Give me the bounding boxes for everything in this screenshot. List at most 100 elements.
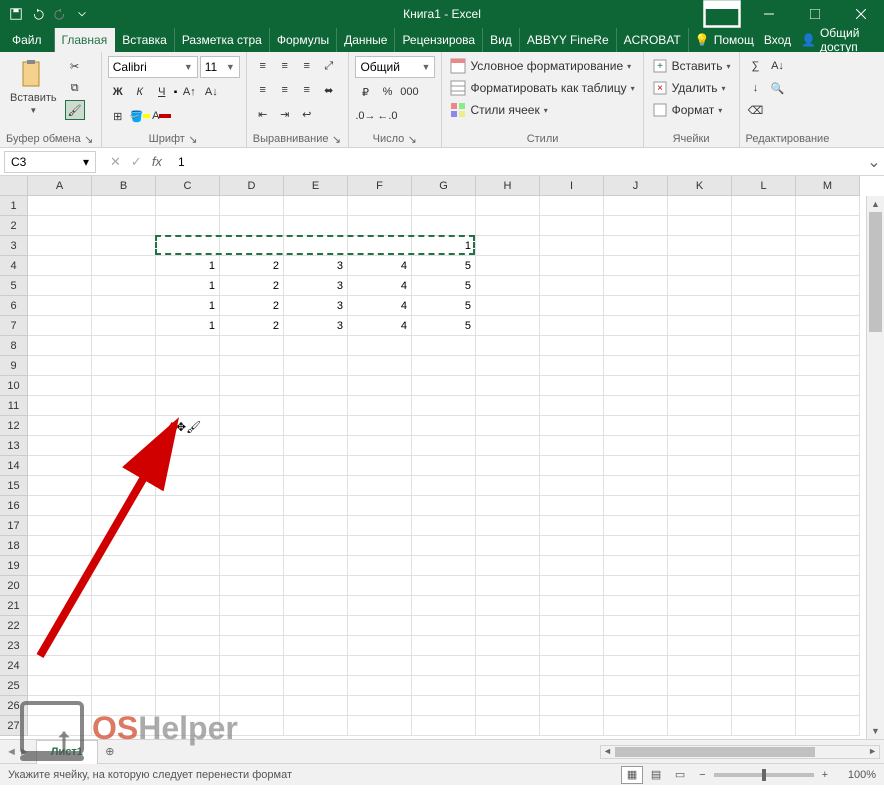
paste-button[interactable]: Вставить ▼ [6, 56, 61, 120]
cell[interactable] [284, 556, 348, 576]
cell[interactable]: 3 [284, 256, 348, 276]
cell[interactable] [220, 416, 284, 436]
cell[interactable] [348, 376, 412, 396]
cell[interactable] [540, 376, 604, 396]
cell[interactable] [28, 716, 92, 736]
cell[interactable] [540, 516, 604, 536]
cell[interactable] [604, 696, 668, 716]
clear-button[interactable]: ⌫ [746, 100, 766, 120]
cell[interactable] [348, 436, 412, 456]
cell[interactable] [28, 436, 92, 456]
cell[interactable] [412, 596, 476, 616]
cell[interactable] [220, 516, 284, 536]
cell[interactable] [604, 416, 668, 436]
cell[interactable]: 4 [348, 276, 412, 296]
cell[interactable] [668, 696, 732, 716]
column-headers[interactable]: ABCDEFGHIJKLM [28, 176, 860, 196]
align-middle-button[interactable]: ≡ [275, 56, 295, 76]
cell[interactable] [796, 356, 860, 376]
cell[interactable] [476, 396, 540, 416]
cell[interactable] [156, 196, 220, 216]
column-header[interactable]: I [540, 176, 604, 196]
cell[interactable] [732, 556, 796, 576]
cell[interactable] [92, 376, 156, 396]
cell[interactable] [476, 416, 540, 436]
row-header[interactable]: 17 [0, 516, 28, 536]
scrollbar-thumb[interactable] [869, 212, 882, 332]
cell[interactable] [476, 576, 540, 596]
cell[interactable] [668, 376, 732, 396]
cell[interactable] [220, 356, 284, 376]
cell[interactable] [92, 696, 156, 716]
cell[interactable] [28, 476, 92, 496]
page-layout-view-button[interactable]: ▤ [645, 766, 667, 784]
cell[interactable] [796, 296, 860, 316]
cell[interactable] [732, 696, 796, 716]
cell[interactable] [284, 356, 348, 376]
cell[interactable] [412, 456, 476, 476]
cell[interactable] [156, 636, 220, 656]
cell[interactable] [156, 616, 220, 636]
scroll-down-icon[interactable]: ▼ [867, 723, 884, 739]
cell[interactable] [348, 416, 412, 436]
cell[interactable] [732, 476, 796, 496]
cell[interactable] [476, 236, 540, 256]
cell[interactable] [796, 336, 860, 356]
cell[interactable]: 5 [412, 256, 476, 276]
cell[interactable] [476, 336, 540, 356]
cell[interactable] [796, 556, 860, 576]
new-sheet-button[interactable]: ⊕ [98, 745, 122, 758]
cell[interactable] [28, 356, 92, 376]
cell[interactable] [28, 196, 92, 216]
cell[interactable] [604, 196, 668, 216]
row-header[interactable]: 24 [0, 656, 28, 676]
align-left-button[interactable]: ≡ [253, 80, 273, 100]
cell[interactable]: 2 [220, 296, 284, 316]
zoom-slider[interactable] [714, 773, 814, 777]
cell[interactable] [156, 716, 220, 736]
cell[interactable] [28, 596, 92, 616]
cell[interactable] [348, 676, 412, 696]
cell[interactable] [604, 496, 668, 516]
cell[interactable] [476, 496, 540, 516]
cell[interactable] [604, 556, 668, 576]
cell[interactable] [796, 276, 860, 296]
cell[interactable] [28, 296, 92, 316]
cell[interactable] [220, 236, 284, 256]
cell[interactable] [604, 656, 668, 676]
cell[interactable] [92, 556, 156, 576]
cell[interactable] [796, 456, 860, 476]
font-color-button[interactable]: A [152, 106, 172, 126]
insert-function-button[interactable]: fx [152, 154, 162, 169]
cell[interactable] [28, 336, 92, 356]
cell[interactable]: 5 [412, 316, 476, 336]
dialog-launcher-icon[interactable]: ↘ [330, 133, 342, 145]
cell[interactable] [92, 216, 156, 236]
cell[interactable] [604, 436, 668, 456]
row-header[interactable]: 25 [0, 676, 28, 696]
cell[interactable]: 1 [156, 256, 220, 276]
dialog-launcher-icon[interactable]: ↘ [187, 133, 199, 145]
row-header[interactable]: 11 [0, 396, 28, 416]
cell[interactable] [796, 416, 860, 436]
cell[interactable] [284, 716, 348, 736]
cell[interactable] [28, 236, 92, 256]
cell[interactable] [540, 576, 604, 596]
cell[interactable] [348, 356, 412, 376]
cell[interactable] [796, 196, 860, 216]
cell[interactable] [156, 416, 220, 436]
cell[interactable] [732, 596, 796, 616]
cell[interactable] [732, 496, 796, 516]
cell[interactable] [156, 436, 220, 456]
cell[interactable] [412, 376, 476, 396]
cell[interactable] [28, 556, 92, 576]
cell[interactable] [540, 716, 604, 736]
cell[interactable] [668, 356, 732, 376]
cell[interactable] [668, 716, 732, 736]
cell[interactable] [476, 596, 540, 616]
row-header[interactable]: 19 [0, 556, 28, 576]
cell[interactable] [92, 716, 156, 736]
cell[interactable] [92, 196, 156, 216]
row-header[interactable]: 10 [0, 376, 28, 396]
cell[interactable] [284, 656, 348, 676]
